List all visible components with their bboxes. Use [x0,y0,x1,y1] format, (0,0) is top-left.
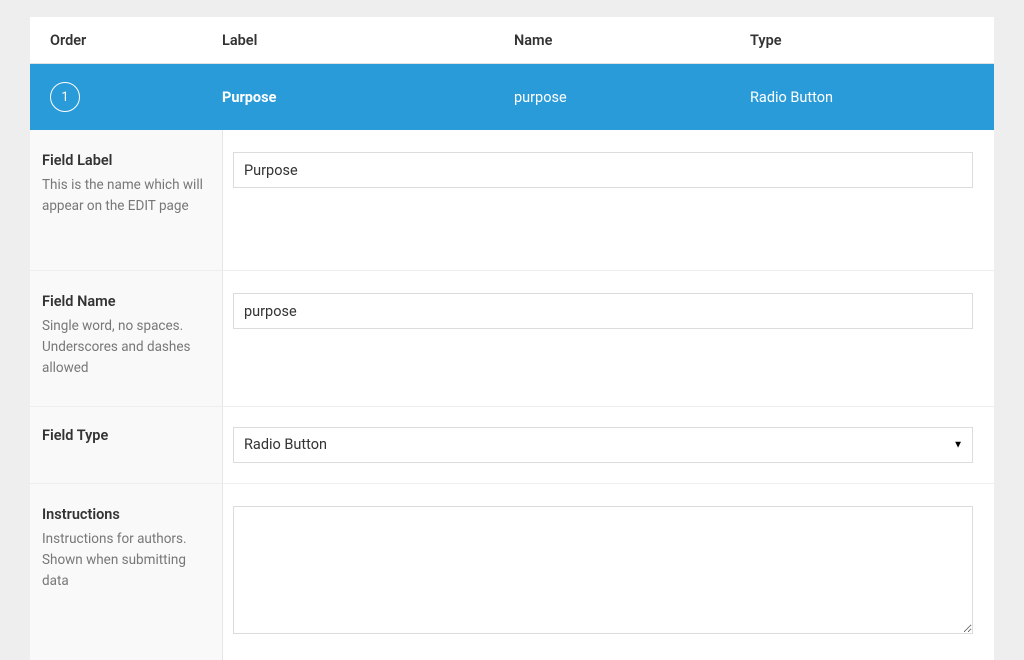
header-type: Type [750,32,994,49]
field-editor-panel: Order Label Name Type 1 Purpose purpose … [30,17,994,660]
row-instructions: Instructions Instructions for authors. S… [30,484,994,660]
header-name: Name [514,32,750,49]
instructions-desc: Instructions for authors. Shown when sub… [42,529,206,592]
field-type-select[interactable]: Radio Button [233,427,973,463]
header-label: Label [222,32,514,49]
field-label-title: Field Label [42,152,206,169]
summary-type: Radio Button [750,89,994,106]
instructions-title: Instructions [42,506,206,523]
field-summary-row[interactable]: 1 Purpose purpose Radio Button [30,64,994,130]
field-name-desc: Single word, no spaces. Underscores and … [42,316,206,379]
header-order: Order [30,32,222,49]
row-field-name: Field Name Single word, no spaces. Under… [30,271,994,407]
summary-label: Purpose [222,89,514,106]
field-type-side: Field Type [30,407,223,483]
summary-name: purpose [514,89,750,106]
order-badge: 1 [50,82,80,112]
field-label-desc: This is the name which will appear on th… [42,175,206,217]
instructions-textarea[interactable] [233,506,973,634]
field-type-title: Field Type [42,427,206,444]
field-name-title: Field Name [42,293,206,310]
instructions-side: Instructions Instructions for authors. S… [30,484,223,660]
row-field-type: Field Type Radio Button ▼ [30,407,994,484]
field-label-side: Field Label This is the name which will … [30,130,223,270]
row-field-label: Field Label This is the name which will … [30,130,994,271]
field-label-input[interactable] [233,152,973,188]
field-table-header: Order Label Name Type [30,17,994,64]
field-name-input[interactable] [233,293,973,329]
field-name-side: Field Name Single word, no spaces. Under… [30,271,223,406]
